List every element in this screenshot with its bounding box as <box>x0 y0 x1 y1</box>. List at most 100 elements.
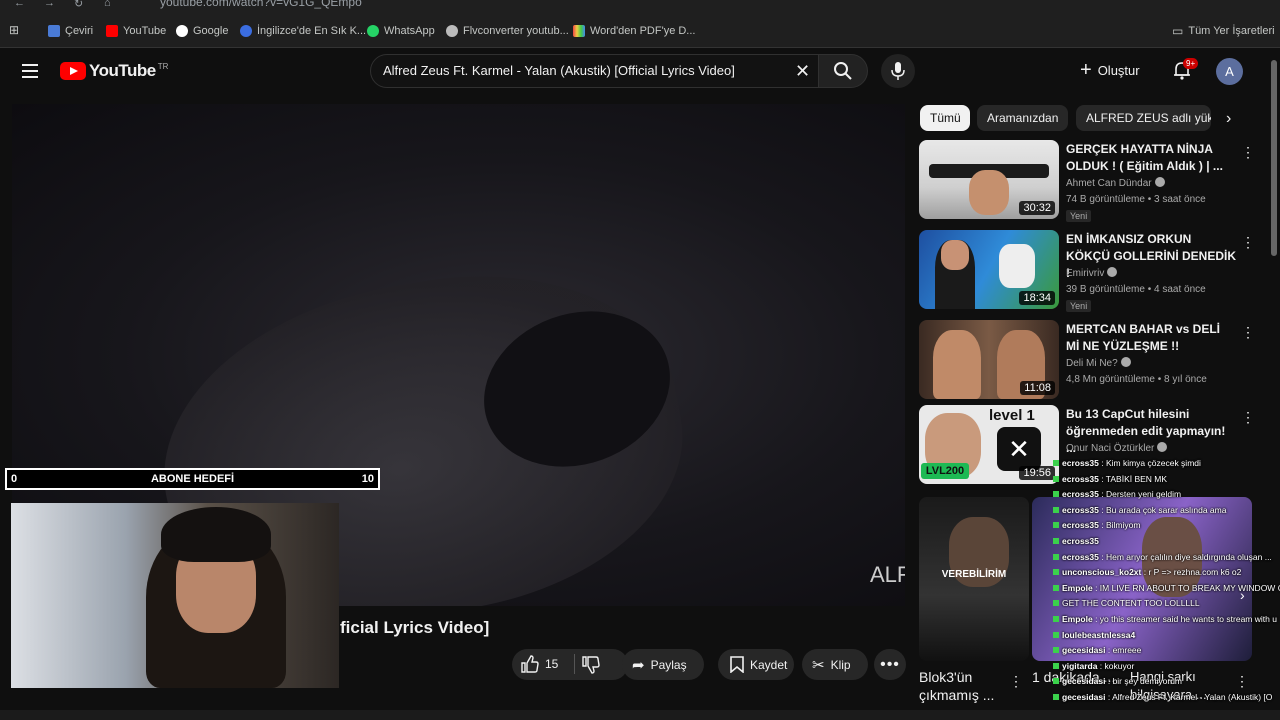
bookmark-flvconverter[interactable]: Flvconverter youtub... <box>446 23 569 39</box>
video-title[interactable]: GERÇEK HAYATTA NİNJA OLDUK ! ( Eğitim Al… <box>1066 141 1236 175</box>
youtube-logo[interactable]: YouTube TR <box>60 61 168 81</box>
channel-name[interactable]: Onur Naci Öztürkler <box>1066 442 1168 454</box>
chat-text: : Hem arıyor çalılın diye saldırgında ol… <box>1098 551 1272 562</box>
video-thumbnail[interactable]: 18:34 <box>919 230 1059 309</box>
bookmark-icon <box>730 656 744 673</box>
channel-watermark[interactable]: ALF <box>870 562 905 588</box>
bookmark-youtube[interactable]: YouTube <box>106 23 166 39</box>
chat-badge-icon <box>1053 569 1059 576</box>
bookmark-word-pdf[interactable]: Word'den PDF'ye D... <box>573 23 695 39</box>
bookmark-ingilizce[interactable]: İngilizce'de En Sık K... <box>240 23 366 39</box>
dislike-button[interactable] <box>582 656 600 677</box>
site-icon <box>240 25 252 37</box>
chat-message: ecross35 : Kim kimya çözecek şimdi <box>1053 458 1201 468</box>
voice-search-button[interactable] <box>881 54 915 88</box>
video-thumbnail[interactable]: 11:08 <box>919 320 1059 399</box>
folder-icon: ▭ <box>1172 24 1184 38</box>
verified-icon <box>1107 267 1118 277</box>
video-meta: 74 B görüntüleme • 3 saat önce <box>1066 194 1206 205</box>
verified-icon <box>1154 177 1165 187</box>
chip-all[interactable]: Tümü <box>920 105 970 131</box>
chip-alfred-zeus[interactable]: ALFRED ZEUS adlı yükl <box>1076 105 1211 131</box>
bookmark-whatsapp[interactable]: WhatsApp <box>367 23 435 39</box>
video-title: ficial Lyrics Video] <box>340 618 490 637</box>
chat-badge-icon <box>1053 491 1059 498</box>
verified-icon <box>1120 357 1131 367</box>
more-vertical-icon[interactable]: ⋮ <box>1241 144 1255 161</box>
bookmark-ceviri[interactable]: Çeviri <box>48 23 93 39</box>
notification-badge: 9+ <box>1183 58 1199 69</box>
share-button[interactable]: ➦ Paylaş <box>622 649 704 680</box>
home-icon[interactable]: ⌂ <box>104 0 111 9</box>
chat-text: : Alfred Zeus Ft. Karmel - Yalan (Akusti… <box>1105 692 1273 702</box>
create-button[interactable]: + Oluştur <box>1080 60 1140 80</box>
chat-text: : r P => rezhna.com k6 o2 <box>1141 567 1242 578</box>
clip-button[interactable]: ✂ Klip <box>802 649 868 680</box>
chat-message: gecesidasi : Alfred Zeus Ft. Karmel - Ya… <box>1053 692 1272 702</box>
os-taskbar <box>0 710 1280 720</box>
chat-message: ecross35 <box>1053 536 1099 546</box>
video-meta: 39 B görüntüleme • 4 saat önce <box>1066 284 1206 295</box>
bookmark-google[interactable]: Google <box>176 23 228 39</box>
chat-username: Empole <box>1062 582 1093 593</box>
video-thumbnail[interactable]: LVL200 level 1 ✕ 19:56 <box>919 405 1059 484</box>
close-icon[interactable]: ✕ <box>795 61 810 82</box>
thumbs-up-icon <box>521 655 539 673</box>
search-icon <box>834 62 852 80</box>
apps-grid-icon[interactable]: ⊞ <box>9 23 19 37</box>
suggested-video[interactable]: 18:34 EN İMKANSIZ ORKUN KÖKÇÜ GOLLERİNİ … <box>919 230 1255 314</box>
save-button[interactable]: Kaydet <box>718 649 794 680</box>
all-bookmarks[interactable]: ▭ Tüm Yer İşaretleri <box>1172 23 1275 39</box>
like-count: 15 <box>545 657 559 671</box>
like-button[interactable] <box>521 655 539 676</box>
chat-message: loulebeastnlessa4 <box>1053 630 1135 640</box>
more-vertical-icon[interactable]: ⋮ <box>1241 234 1255 251</box>
chat-username: ecross35 <box>1062 520 1099 531</box>
chip-from-search[interactable]: Aramanızdan <box>977 105 1068 131</box>
channel-name[interactable]: Deli Mi Ne? <box>1066 357 1131 369</box>
chevron-right-icon[interactable]: › <box>1226 110 1231 128</box>
short-title[interactable]: Blok3'ün çıkmamış ... <box>919 668 999 704</box>
search-input[interactable]: Alfred Zeus Ft. Karmel - Yalan (Akustik)… <box>370 54 820 88</box>
chat-username: ecross35 <box>1062 489 1099 500</box>
reload-icon[interactable]: ↻ <box>74 0 83 10</box>
channel-name[interactable]: Ahmet Can Dündar <box>1066 177 1165 189</box>
short-thumbnail[interactable]: VEREBİLİRİM <box>919 497 1029 661</box>
more-vertical-icon[interactable]: ⋮ <box>1241 409 1255 426</box>
video-thumbnail[interactable]: 30:32 <box>919 140 1059 219</box>
chat-message: yigitarda : kokuyor <box>1053 661 1134 671</box>
chat-username: ecross35 <box>1062 504 1099 515</box>
search-button[interactable] <box>818 54 868 88</box>
more-vertical-icon[interactable]: ⋮ <box>1241 324 1255 341</box>
chat-text: : yo this streamer said he wants to stre… <box>1092 614 1277 624</box>
back-icon[interactable]: ← <box>14 0 25 9</box>
address-bar[interactable]: youtube.com/watch?v=vG1G_QEmpo <box>160 0 362 9</box>
suggested-video[interactable]: 11:08 MERTCAN BAHAR vs DELİ Mİ NE YÜZLEŞ… <box>919 320 1255 400</box>
menu-icon[interactable] <box>22 64 38 78</box>
more-actions-button[interactable]: ••• <box>874 649 906 680</box>
forward-icon[interactable]: → <box>44 0 55 9</box>
chat-badge-icon <box>1053 584 1059 591</box>
chat-text: GET THE CONTENT TOO LOLLLLL <box>1062 598 1200 609</box>
chat-text: : TABİKİ BEN MK <box>1098 473 1168 484</box>
video-duration: 11:08 <box>1020 381 1055 395</box>
chat-badge-icon <box>1053 694 1059 700</box>
video-title[interactable]: MERTCAN BAHAR vs DELİ Mİ NE YÜZLEŞME !! <box>1066 321 1236 355</box>
chat-badge-icon <box>1053 647 1059 654</box>
suggested-video[interactable]: 30:32 GERÇEK HAYATTA NİNJA OLDUK ! ( Eği… <box>919 140 1255 224</box>
globe-icon <box>446 25 458 37</box>
chat-text: : kokuyor <box>1097 660 1135 671</box>
chat-badge-icon <box>1053 538 1059 544</box>
chat-message: unconscious_ko2xt : r P => rezhna.com k6… <box>1053 567 1241 577</box>
avatar[interactable]: A <box>1216 58 1243 85</box>
scrollbar[interactable] <box>1271 60 1277 256</box>
like-dislike-group: 15 <box>512 649 628 680</box>
subscriber-goal-bar: 0 ABONE HEDEFİ 10 <box>5 468 380 490</box>
divider <box>574 654 575 674</box>
more-vertical-icon[interactable]: ⋮ <box>1009 673 1023 690</box>
channel-name[interactable]: Emirivriv <box>1066 267 1118 279</box>
thumbs-down-icon <box>582 656 600 674</box>
chat-username: yigitarda <box>1062 660 1098 671</box>
verified-icon <box>1157 442 1168 452</box>
search-query: Alfred Zeus Ft. Karmel - Yalan (Akustik)… <box>383 63 735 78</box>
